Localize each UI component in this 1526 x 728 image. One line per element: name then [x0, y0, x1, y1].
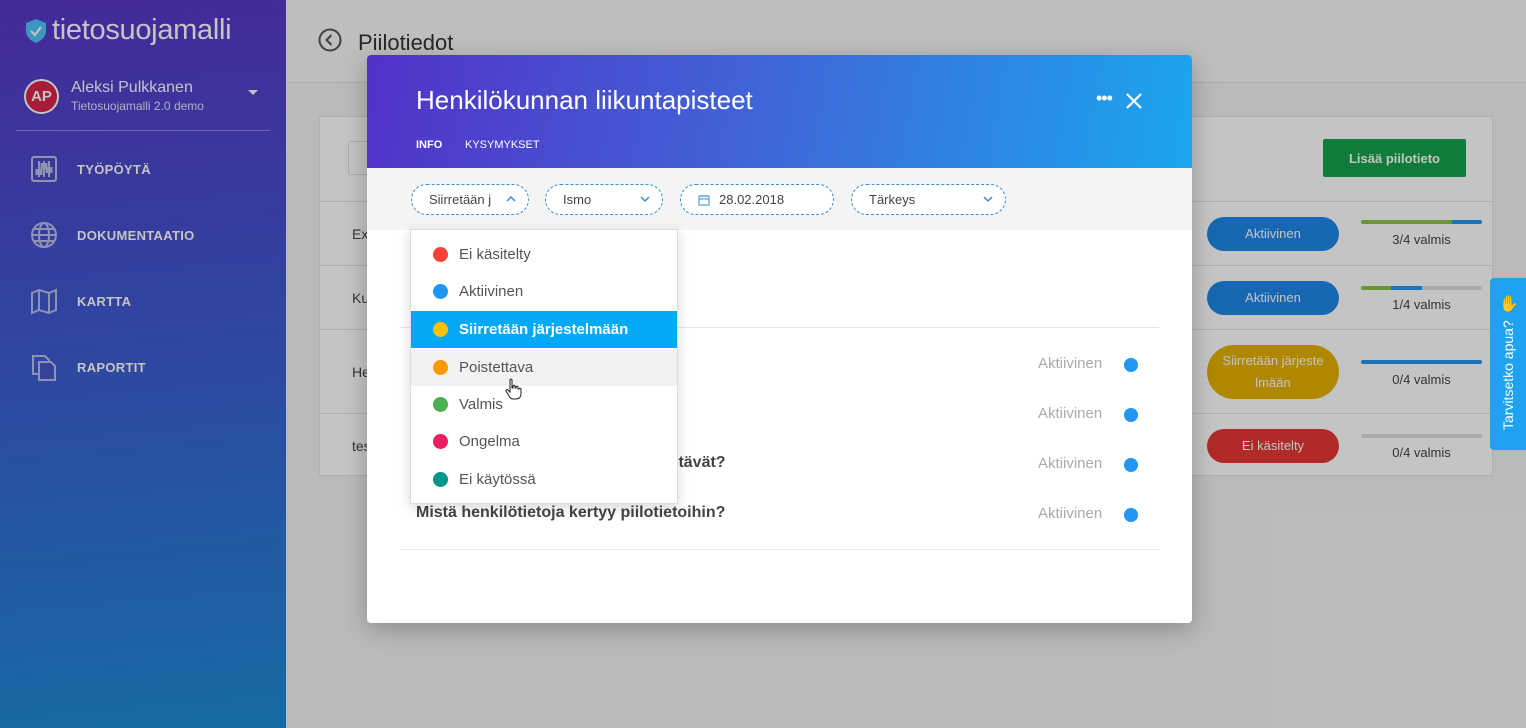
dropdown-option-valmis[interactable]: Valmis — [411, 386, 677, 423]
status-dropdown-menu: Ei käsitelty Aktiivinen Siirretään järje… — [410, 229, 678, 504]
help-tab[interactable]: ✋ Tarvitsetko apua? — [1490, 278, 1526, 450]
status-dot — [433, 434, 448, 449]
status-dot — [433, 397, 448, 412]
status-dot — [1124, 458, 1138, 472]
question-status: Aktiivinen — [1038, 505, 1103, 522]
status-dot — [433, 247, 448, 262]
option-label: Ei käytössä — [459, 471, 536, 488]
question-text: ltävät? — [674, 454, 726, 471]
priority-select-value: Tärkeys — [869, 192, 916, 207]
dropdown-option-ei-kaytossa[interactable]: Ei käytössä — [411, 461, 677, 498]
option-label: Siirretään järjestelmään — [459, 321, 629, 338]
date-value: 28.02.2018 — [719, 192, 785, 207]
tab-kysymykset[interactable]: KYSYMYKSET — [465, 139, 540, 151]
option-label: Ongelma — [459, 433, 520, 450]
more-options-icon[interactable]: ••• — [1096, 89, 1114, 111]
status-dot — [433, 322, 448, 337]
option-label: Valmis — [459, 396, 503, 413]
hand-cursor-icon — [505, 378, 522, 400]
question-text: Mistä henkilötietoja kertyy piilotietoih… — [416, 504, 726, 521]
option-label: Aktiivinen — [459, 283, 524, 300]
dropdown-option-siirretaan[interactable]: Siirretään järjestelmään — [411, 311, 677, 348]
help-label: Tarvitsetko apua? — [1500, 320, 1516, 430]
chevron-down-icon — [640, 196, 650, 203]
dropdown-option-ei-kasitelty[interactable]: Ei käsitelty — [411, 236, 677, 273]
dropdown-option-ongelma[interactable]: Ongelma — [411, 423, 677, 460]
owner-select-value: Ismo — [563, 192, 592, 207]
divider — [400, 549, 1159, 550]
status-dot — [1124, 358, 1138, 372]
status-dot — [1124, 408, 1138, 422]
status-dot — [433, 284, 448, 299]
close-icon[interactable] — [1125, 92, 1143, 110]
question-status: Aktiivinen — [1038, 405, 1103, 422]
status-select[interactable]: Siirretään j — [411, 184, 529, 215]
status-dot — [1124, 508, 1138, 522]
chevron-down-icon — [983, 196, 993, 203]
priority-select[interactable]: Tärkeys — [851, 184, 1006, 215]
date-picker[interactable]: 28.02.2018 — [680, 184, 834, 215]
calendar-icon — [698, 194, 710, 205]
status-dot — [433, 360, 448, 375]
option-label: Ei käsitelty — [459, 246, 531, 263]
filter-bar: Siirretään j Ismo 28.02.2018 Tärkeys — [367, 168, 1192, 230]
status-select-value: Siirretään j — [429, 192, 492, 207]
dropdown-option-aktiivinen[interactable]: Aktiivinen — [411, 273, 677, 310]
question-status: Aktiivinen — [1038, 355, 1103, 372]
chevron-up-icon — [506, 195, 516, 202]
dropdown-option-poistettava[interactable]: Poistettava — [411, 349, 677, 386]
question-status: Aktiivinen — [1038, 455, 1103, 472]
owner-select[interactable]: Ismo — [545, 184, 663, 215]
modal-header: Henkilökunnan liikuntapisteet ••• INFO K… — [367, 55, 1192, 168]
modal-title: Henkilökunnan liikuntapisteet — [416, 85, 753, 115]
tab-info[interactable]: INFO — [416, 139, 442, 151]
option-label: Poistettava — [459, 359, 534, 376]
status-dot — [433, 472, 448, 487]
